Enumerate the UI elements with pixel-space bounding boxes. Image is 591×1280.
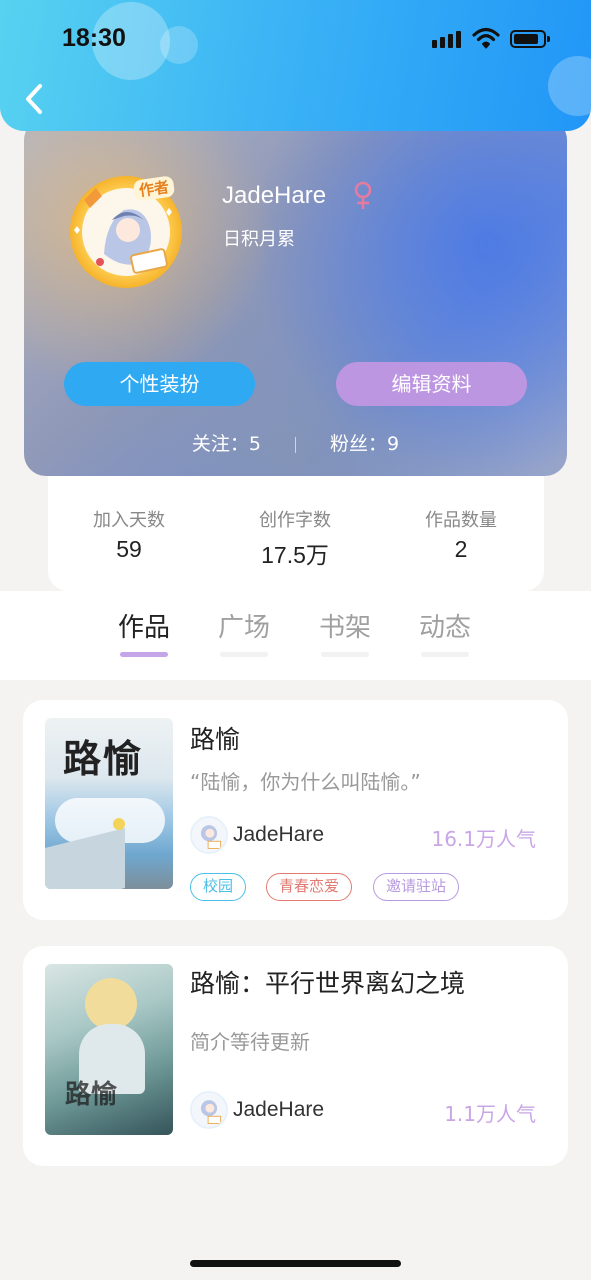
user-nickname: JadeHare <box>222 182 327 209</box>
home-indicator[interactable] <box>190 1260 401 1267</box>
profile-card: 作者 JadeHare 日积月累 个性装扮 编辑资料 关注：5 粉丝：9 <box>24 118 567 476</box>
tab-indicator <box>421 652 469 657</box>
book-author: JadeHare <box>233 823 325 846</box>
book-popularity: 16.1万人气 <box>431 827 536 851</box>
author-avatar-small <box>190 816 228 854</box>
tab-activity[interactable]: 动态 <box>400 607 490 657</box>
tab-indicator <box>120 652 168 657</box>
stat-word-count: 创作字数 17.5万 <box>225 506 365 570</box>
tab-indicator <box>321 652 369 657</box>
stat-value: 59 <box>116 536 142 562</box>
stat-label: 创作字数 <box>259 510 331 531</box>
cover-title: 路愉 <box>65 1080 118 1110</box>
user-signature: 日积月累 <box>223 229 295 250</box>
cover-flower <box>113 818 125 830</box>
tab-label: 广场 <box>217 613 270 643</box>
stat-value: 2 <box>454 536 468 562</box>
personalize-button[interactable]: 个性装扮 <box>64 362 255 406</box>
book-author: JadeHare <box>233 1098 325 1121</box>
stat-join-days: 加入天数 59 <box>59 506 199 563</box>
book-card-2[interactable]: 路愉 路愉：平行世界离幻之境 简介等待更新 JadeHare 1.1万人气 <box>23 946 568 1166</box>
author-stats-card: 加入天数 59 创作字数 17.5万 作品数量 2 <box>48 476 544 591</box>
stat-label: 作品数量 <box>425 510 497 531</box>
stat-value: 17.5万 <box>261 542 329 568</box>
decorative-bubble <box>160 26 198 64</box>
book-title: 路愉 <box>190 725 241 754</box>
book-cover[interactable]: 路愉 <box>45 718 173 889</box>
female-gender-icon <box>352 181 374 211</box>
cellular-signal-icon <box>432 28 464 48</box>
followers-count[interactable]: 粉丝：9 <box>330 433 399 455</box>
top-navigation-bar: 18:30 <box>0 0 591 131</box>
tab-indicator <box>220 652 268 657</box>
divider <box>295 436 296 453</box>
edit-profile-button[interactable]: 编辑资料 <box>336 362 527 406</box>
tab-label: 动态 <box>418 613 471 643</box>
tab-bookshelf[interactable]: 书架 <box>300 607 390 657</box>
book-cover[interactable]: 路愉 <box>45 964 173 1135</box>
tab-square[interactable]: 广场 <box>199 607 289 657</box>
cover-figure <box>85 978 137 1030</box>
battery-icon <box>510 30 550 48</box>
book-popularity: 1.1万人气 <box>444 1102 536 1126</box>
wifi-icon <box>472 27 500 49</box>
follow-stats: 关注：5 粉丝：9 <box>24 429 567 456</box>
book-description: 简介等待更新 <box>190 1030 310 1054</box>
book-card-1[interactable]: 路愉 路愉 “陆愉，你为什么叫陆愉。” JadeHare 16.1万人气 校园 … <box>23 700 568 920</box>
decorative-bubble <box>548 56 591 116</box>
tag-invited-resident[interactable]: 邀请驻站 <box>373 873 460 901</box>
back-button[interactable] <box>20 80 50 118</box>
book-title: 路愉：平行世界离幻之境 <box>190 969 466 998</box>
status-bar-time: 18:30 <box>62 24 126 52</box>
following-count[interactable]: 关注：5 <box>192 433 261 455</box>
stat-works-count: 作品数量 2 <box>391 506 531 563</box>
tab-label: 书架 <box>318 613 371 643</box>
tag-campus[interactable]: 校园 <box>190 873 247 901</box>
tab-label: 作品 <box>117 613 170 643</box>
book-description: “陆愉，你为什么叫陆愉。” <box>190 770 421 794</box>
content-tabs: 作品 广场 书架 动态 <box>0 591 591 680</box>
tab-works[interactable]: 作品 <box>99 607 189 657</box>
tag-youth-romance[interactable]: 青春恋爱 <box>266 873 353 901</box>
cover-building <box>45 828 125 889</box>
cover-title: 路愉 <box>63 737 144 781</box>
stat-label: 加入天数 <box>93 510 165 531</box>
author-avatar-small <box>190 1091 228 1129</box>
